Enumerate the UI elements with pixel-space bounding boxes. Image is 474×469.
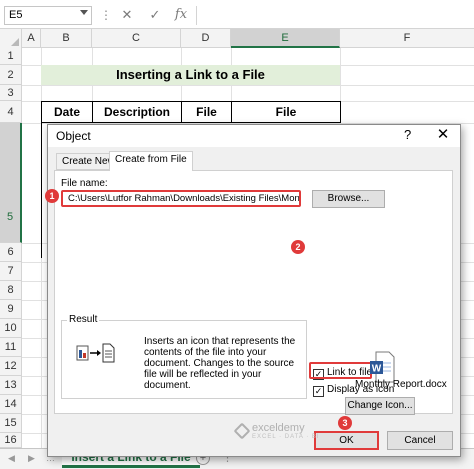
enter-entry-icon[interactable]: ✓ bbox=[146, 6, 164, 24]
row-header-7[interactable]: 7 bbox=[0, 262, 22, 281]
row-header-8[interactable]: 8 bbox=[0, 281, 22, 300]
table-border bbox=[41, 123, 42, 258]
header-description[interactable]: Description bbox=[92, 101, 182, 123]
file-name-input[interactable]: C:\Users\Lutfor Rahman\Downloads\Existin… bbox=[61, 190, 301, 207]
change-icon-button[interactable]: Change Icon... bbox=[345, 397, 415, 415]
result-description: Inserts an icon that represents the cont… bbox=[144, 336, 296, 391]
name-box-dropdown-icon[interactable] bbox=[80, 10, 88, 15]
help-icon[interactable]: ? bbox=[404, 127, 411, 142]
dialog-titlebar[interactable]: Object ? ✕ bbox=[48, 125, 460, 147]
tab-create-from-file[interactable]: Create from File bbox=[109, 151, 193, 171]
row-header-14[interactable]: 14 bbox=[0, 395, 22, 414]
ok-button[interactable]: OK bbox=[314, 431, 379, 450]
svg-text:W: W bbox=[372, 364, 382, 375]
row-header-16[interactable]: 16 bbox=[0, 433, 22, 448]
column-header-c[interactable]: C bbox=[92, 29, 181, 48]
row-header-4[interactable]: 4 bbox=[0, 101, 22, 123]
step-1-badge: 1 bbox=[45, 189, 59, 203]
name-box[interactable]: E5 bbox=[4, 6, 92, 25]
formula-bar: E5 ⋮ ✕ ✓ fx bbox=[0, 0, 474, 29]
object-dialog: Object ? ✕ Create New Create from File F… bbox=[47, 124, 461, 457]
prev-sheet-icon[interactable]: ◀ bbox=[8, 453, 18, 465]
header-date[interactable]: Date bbox=[41, 101, 93, 123]
row-header-10[interactable]: 10 bbox=[0, 319, 22, 338]
row-header-6[interactable]: 6 bbox=[0, 243, 22, 262]
exceldemy-watermark: exceldemy EXCEL · DATA · BI bbox=[233, 422, 320, 440]
row-header-1[interactable]: 1 bbox=[0, 48, 22, 65]
insert-function-icon[interactable]: fx bbox=[172, 6, 190, 24]
watermark-tagline: EXCEL · DATA · BI bbox=[252, 434, 320, 440]
exceldemy-logo-icon bbox=[233, 422, 251, 440]
next-sheet-icon[interactable]: ▶ bbox=[28, 453, 38, 465]
column-header-b[interactable]: B bbox=[41, 29, 92, 48]
select-all-triangle-icon bbox=[11, 38, 19, 46]
watermark-name: exceldemy bbox=[252, 422, 305, 434]
select-all-button[interactable] bbox=[0, 29, 22, 48]
gridline bbox=[22, 85, 474, 86]
create-from-file-panel: File name: C:\Users\Lutfor Rahman\Downlo… bbox=[54, 170, 453, 414]
step-2-badge: 2 bbox=[291, 240, 305, 254]
row-header-15[interactable]: 15 bbox=[0, 414, 22, 433]
dialog-title: Object bbox=[56, 129, 91, 143]
icon-caption: Monthly Report.docx bbox=[355, 379, 447, 390]
cancel-entry-icon[interactable]: ✕ bbox=[118, 6, 136, 24]
row-header-13[interactable]: 13 bbox=[0, 376, 22, 395]
link-file-icon bbox=[76, 343, 115, 363]
row-header-9[interactable]: 9 bbox=[0, 300, 22, 319]
formula-bar-grip-icon[interactable]: ⋮ bbox=[100, 8, 112, 22]
row-header-5[interactable]: 5 bbox=[0, 123, 22, 243]
column-header-e[interactable]: E bbox=[231, 29, 340, 48]
step-3-badge: 3 bbox=[338, 416, 352, 430]
column-header-row: A B C D E F bbox=[0, 29, 474, 48]
result-label: Result bbox=[67, 314, 100, 325]
sheet-title[interactable]: Inserting a Link to a File bbox=[41, 65, 340, 85]
file-name-label: File name: bbox=[61, 178, 108, 189]
header-file-type[interactable]: File Type bbox=[181, 101, 232, 139]
column-header-d[interactable]: D bbox=[181, 29, 231, 48]
row-header-2[interactable]: 2 bbox=[0, 65, 22, 85]
watermark-text: exceldemy EXCEL · DATA · BI bbox=[252, 422, 320, 440]
column-header-f[interactable]: F bbox=[340, 29, 474, 48]
result-group: Result Inserts an icon that represents t… bbox=[61, 314, 307, 399]
formula-input[interactable] bbox=[196, 6, 474, 25]
link-to-file-highlight bbox=[309, 362, 372, 379]
cancel-button[interactable]: Cancel bbox=[387, 431, 453, 450]
row-header-3[interactable]: 3 bbox=[0, 85, 22, 101]
row-header-12[interactable]: 12 bbox=[0, 357, 22, 376]
column-header-a[interactable]: A bbox=[22, 29, 41, 48]
header-file[interactable]: File bbox=[231, 101, 341, 123]
close-icon[interactable]: ✕ bbox=[433, 125, 453, 143]
row-header-11[interactable]: 11 bbox=[0, 338, 22, 357]
display-as-icon-check-icon[interactable]: ✓ bbox=[313, 386, 324, 397]
browse-button[interactable]: Browse... bbox=[312, 190, 385, 208]
